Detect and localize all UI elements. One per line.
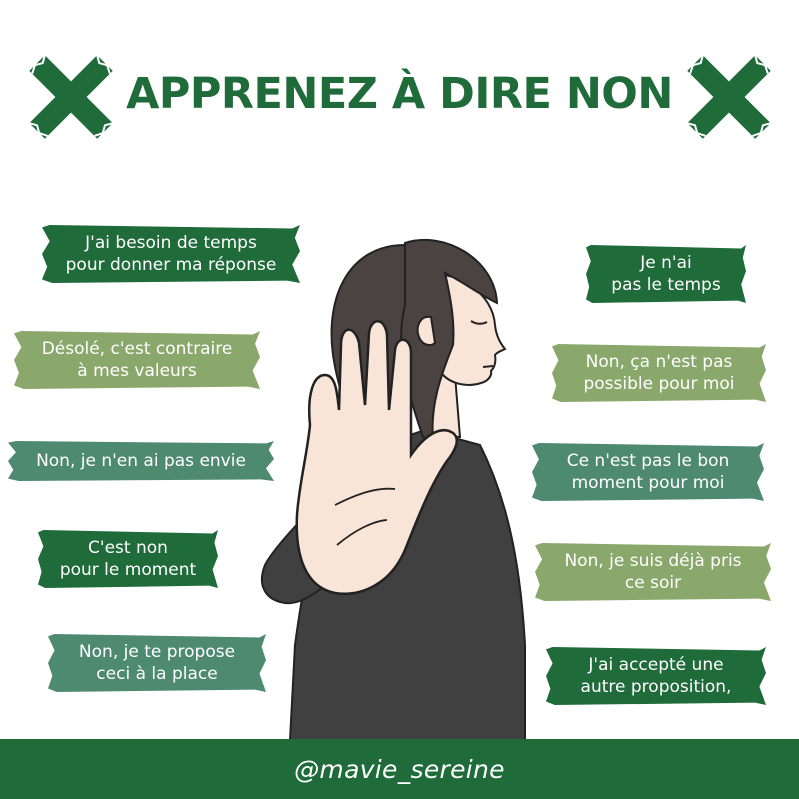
phrase-line: ceci à la place: [96, 664, 218, 684]
phrase-line: moment pour moi: [571, 473, 725, 493]
phrase-line: J'ai accepté une: [588, 655, 724, 675]
phrase-line: J'ai besoin de temps: [85, 233, 257, 253]
phrase-tape: Non, je suis déjà pris ce soir: [535, 543, 771, 601]
footer-bar: @mavie_sereine: [0, 739, 799, 799]
phrase-tape: Non, je n'en ai pas envie: [8, 441, 274, 481]
phrase-line: Désolé, c'est contraire: [41, 339, 233, 359]
phrase-tape: Je n'ai pas le temps: [586, 245, 746, 303]
phrase-line: C'est non: [88, 538, 168, 558]
phrase-line: autre proposition,: [580, 677, 732, 697]
phrase-tape: Ce n'est pas le bon moment pour moi: [532, 443, 764, 501]
phrase-line: Non, je suis déjà pris: [564, 551, 742, 571]
phrase-line: pour donner ma réponse: [65, 255, 277, 275]
phrase-line: ce soir: [624, 573, 682, 593]
phrase-tape: Non, je te propose ceci à la place: [48, 634, 266, 692]
phrase-tape: J'ai accepté une autre proposition,: [546, 647, 766, 705]
infographic: APPRENEZ À DIRE NON J'ai besoin de temps…: [0, 0, 799, 799]
title-row: APPRENEZ À DIRE NON: [0, 46, 799, 146]
phrase-line: à mes valeurs: [77, 361, 197, 381]
footer-handle: @mavie_sereine: [294, 754, 505, 784]
phrase-line: Non, je n'en ai pas envie: [36, 451, 246, 471]
phrase-tape: J'ai besoin de temps pour donner ma répon…: [42, 225, 300, 283]
phrase-tape: Désolé, c'est contraire à mes valeurs: [14, 331, 260, 389]
phrase-line: Non, je te propose: [78, 642, 236, 662]
woman-stop-hand-illustration: [260, 238, 526, 740]
phrase-line: Je n'ai: [640, 253, 692, 273]
phrase-line: Non, ça n'est pas: [585, 352, 733, 372]
phrase-tape: C'est non pour le moment: [38, 530, 218, 588]
x-mark-icon: [687, 55, 771, 139]
phrase-tape: Non, ça n'est pas possible pour moi: [552, 344, 766, 402]
page-title: APPRENEZ À DIRE NON: [126, 69, 673, 119]
phrase-line: possible pour moi: [583, 374, 735, 394]
phrase-line: pas le temps: [611, 275, 721, 295]
phrase-line: Ce n'est pas le bon: [566, 451, 730, 471]
phrase-line: pour le moment: [59, 560, 197, 580]
